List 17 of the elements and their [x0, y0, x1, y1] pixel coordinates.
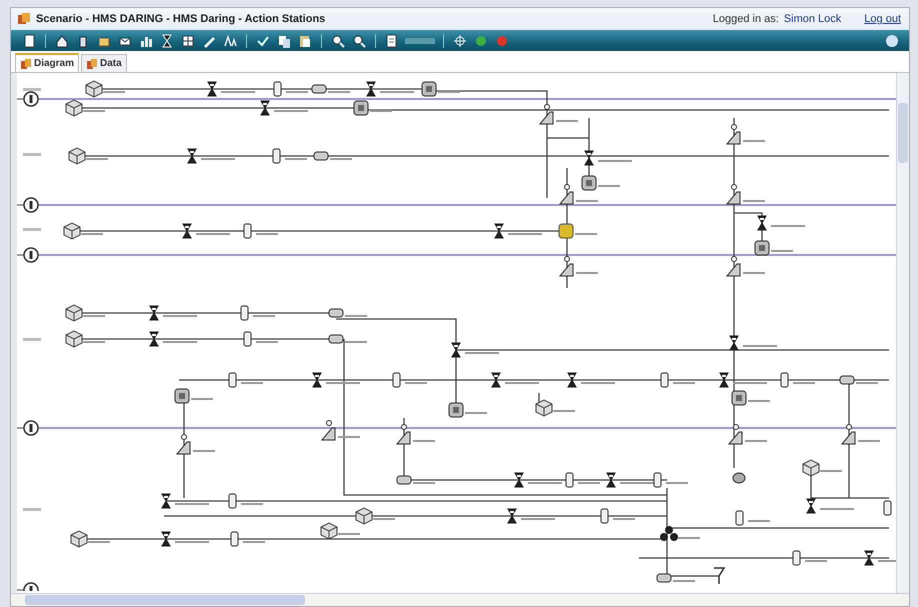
- user-name: Simon Lock: [784, 13, 842, 25]
- zoom-in-icon[interactable]: [330, 32, 346, 48]
- tab[interactable]: Diagram: [15, 53, 80, 72]
- tab[interactable]: Data: [81, 54, 127, 72]
- horizontal-scrollbar[interactable]: [11, 593, 909, 606]
- zoom-out-icon[interactable]: [351, 32, 367, 48]
- crosshair-icon[interactable]: [452, 32, 468, 48]
- tab-icon: [86, 58, 98, 70]
- window-title: Scenario - HMS DARING - HMS Daring - Action Stations: [36, 13, 326, 25]
- tab-icon: [20, 58, 32, 70]
- log-out-link[interactable]: Log out: [864, 13, 901, 25]
- grid-icon[interactable]: [180, 32, 196, 48]
- logged-in-label: Logged in as:: [712, 13, 779, 25]
- vertical-scrollbar[interactable]: [896, 73, 909, 593]
- house-icon[interactable]: [54, 32, 70, 48]
- hourglass-icon[interactable]: [159, 32, 175, 48]
- app-icon: [17, 12, 31, 26]
